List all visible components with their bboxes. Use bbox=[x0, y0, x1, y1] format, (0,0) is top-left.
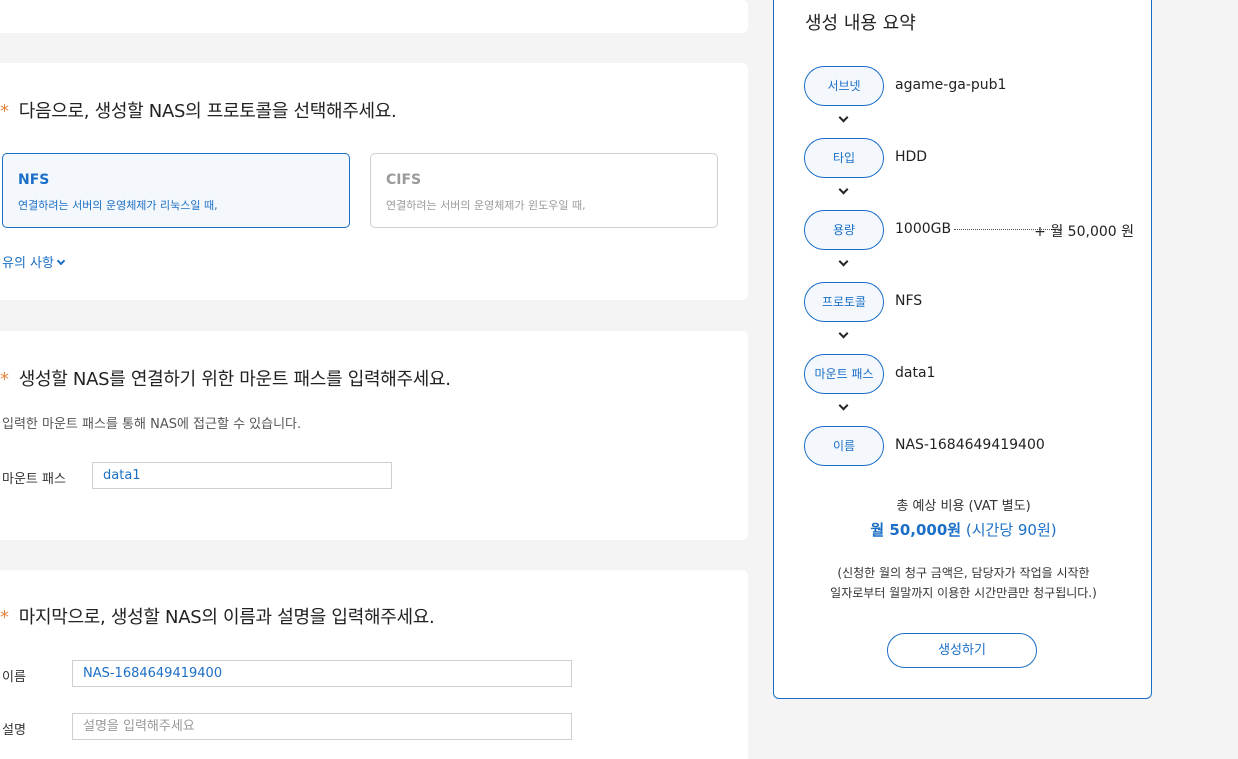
mount-section-description: 입력한 마운트 패스를 통해 NAS에 접근할 수 있습니다. bbox=[2, 417, 302, 432]
summary-value: NFS bbox=[895, 293, 923, 309]
required-mark: * bbox=[0, 101, 9, 122]
name-section-title: * 마지막으로, 생성할 NAS의 이름과 설명을 입력해주세요. bbox=[0, 607, 435, 628]
required-mark: * bbox=[0, 607, 9, 628]
summary-value: data1 bbox=[895, 365, 936, 381]
summary-row-subnet: 서브넷 agame-ga-pub1 bbox=[804, 66, 1134, 106]
notice-toggle[interactable]: 유의 사항 bbox=[2, 252, 66, 271]
description-input[interactable] bbox=[72, 713, 572, 740]
chevron-down-icon bbox=[838, 400, 849, 411]
protocol-option-desc: 연결하려는 서버의 운영체제가 윈도우일 때, bbox=[386, 199, 586, 212]
summary-pill: 마운트 패스 bbox=[804, 354, 884, 394]
mount-path-section: * 생성할 NAS를 연결하기 위한 마운트 패스를 입력해주세요. 입력한 마운… bbox=[0, 331, 748, 540]
summary-panel: 생성 내용 요약 서브넷 agame-ga-pub1 타입 HDD 용량 100… bbox=[773, 0, 1152, 699]
summary-value: HDD bbox=[895, 149, 928, 165]
name-section: *마지막으로, 생성할 NAS의 이름과 설명을 입력해주세요. 이름 설명 bbox=[0, 570, 748, 759]
mount-section-title: * 생성할 NAS를 연결하기 위한 마운트 패스를 입력해주세요. bbox=[0, 369, 451, 390]
name-input[interactable] bbox=[72, 660, 572, 687]
protocol-option-cifs[interactable]: CIFS 연결하려는 서버의 운영체제가 윈도우일 때, bbox=[370, 153, 718, 228]
billing-note-line: 일자로부터 월말까지 이용한 시간만큼만 청구됩니다.) bbox=[830, 586, 1097, 600]
summary-row-mount-path: 마운트 패스 data1 bbox=[804, 354, 1134, 394]
previous-section-card bbox=[0, 0, 748, 33]
protocol-option-name: CIFS bbox=[386, 172, 422, 188]
required-mark: * bbox=[0, 369, 9, 390]
billing-note-line: (신청한 월의 청구 금액은, 담당자가 작업을 시작한 bbox=[837, 566, 1090, 580]
chevron-down-icon bbox=[838, 184, 849, 195]
summary-row-capacity: 용량 1000GB + 월 50,000 원 bbox=[804, 210, 1134, 250]
summary-row-protocol: 프로토콜 NFS bbox=[804, 282, 1134, 322]
mount-path-input[interactable] bbox=[92, 462, 392, 489]
mount-path-label: 마운트 패스 bbox=[2, 472, 66, 487]
cost-monthly: 월 50,000원 bbox=[870, 521, 962, 539]
create-button[interactable]: 생성하기 bbox=[887, 633, 1037, 668]
summary-pill: 프로토콜 bbox=[804, 282, 884, 322]
chevron-down-icon bbox=[56, 256, 66, 266]
protocol-option-name: NFS bbox=[18, 172, 50, 188]
summary-pill: 타입 bbox=[804, 138, 884, 178]
chevron-down-icon bbox=[838, 328, 849, 339]
cost-label: 총 예상 비용 (VAT 별도) bbox=[896, 499, 1031, 514]
protocol-section-title: * 다음으로, 생성할 NAS의 프로토콜을 선택해주세요. bbox=[0, 101, 397, 122]
summary-value: 1000GB bbox=[895, 221, 952, 237]
chevron-down-icon bbox=[838, 112, 849, 123]
protocol-option-nfs[interactable]: NFS 연결하려는 서버의 운영체제가 리눅스일 때, bbox=[2, 153, 350, 228]
summary-value: NAS-1684649419400 bbox=[895, 437, 1045, 453]
name-label: 이름 bbox=[2, 670, 26, 685]
summary-value: agame-ga-pub1 bbox=[895, 77, 1007, 93]
summary-price: + 월 50,000 원 bbox=[1034, 224, 1134, 240]
cost-value: 월 50,000원 (시간당 90원) bbox=[774, 519, 1153, 540]
summary-row-type: 타입 HDD bbox=[804, 138, 1134, 178]
summary-pill: 서브넷 bbox=[804, 66, 884, 106]
description-label: 설명 bbox=[2, 723, 26, 738]
chevron-down-icon bbox=[838, 256, 849, 267]
notice-label: 유의 사항 bbox=[2, 256, 54, 271]
protocol-section: * 다음으로, 생성할 NAS의 프로토콜을 선택해주세요. NFS 연결하려는 … bbox=[0, 63, 748, 300]
summary-pill: 용량 bbox=[804, 210, 884, 250]
summary-row-name: 이름 NAS-1684649419400 bbox=[804, 426, 1134, 466]
protocol-option-desc: 연결하려는 서버의 운영체제가 리눅스일 때, bbox=[18, 199, 218, 212]
summary-pill: 이름 bbox=[804, 426, 884, 466]
summary-title: 생성 내용 요약 bbox=[805, 13, 916, 34]
billing-note: (신청한 월의 청구 금액은, 담당자가 작업을 시작한 일자로부터 월말까지 … bbox=[774, 563, 1153, 603]
cost-hourly: (시간당 90원) bbox=[961, 521, 1057, 539]
